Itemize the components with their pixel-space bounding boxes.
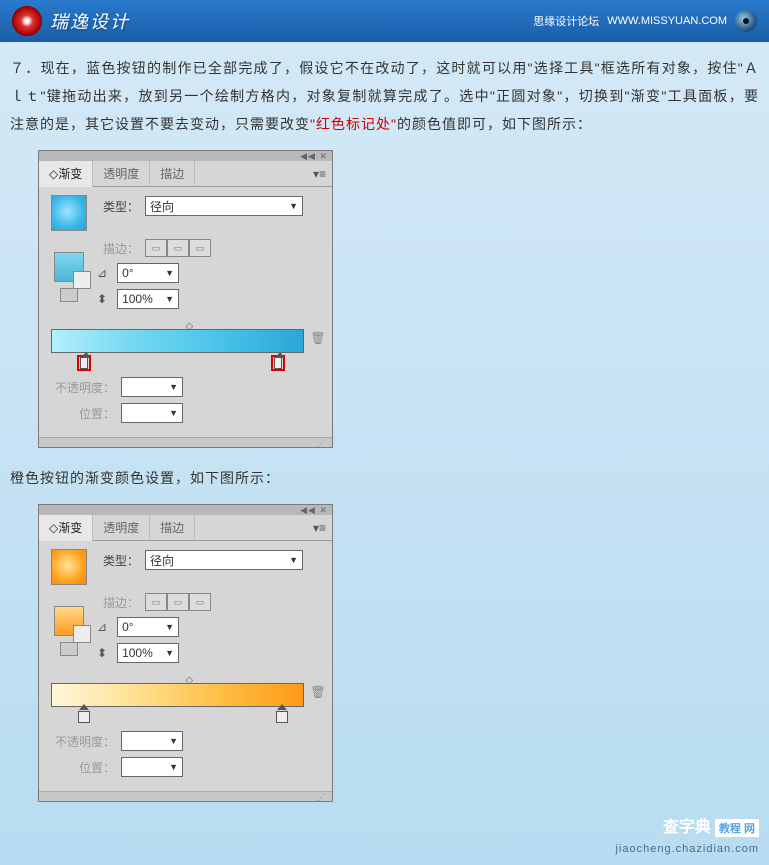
midpoint-diamond-icon[interactable]: ◇ [186, 675, 194, 686]
logo-icon [12, 6, 42, 36]
page-header: 瑞逸设计 思缘设计论坛 WWW.MISSYUAN.COM [0, 0, 769, 42]
gradient-panel-blue: ◀◀ ✕ ◇ 渐变 透明度 描边 ▾≡ 类型： 径向▼ [38, 150, 333, 448]
panel-menu-icon[interactable]: ▾≡ [313, 167, 332, 181]
tab-transparency[interactable]: 透明度 [93, 161, 150, 187]
stroke-mode-2[interactable]: ▭ [167, 593, 189, 611]
gradient-preview-swatch[interactable] [51, 549, 87, 585]
tab-stroke[interactable]: 描边 [150, 161, 195, 187]
stroke-mode-3[interactable]: ▭ [189, 239, 211, 257]
header-left: 瑞逸设计 [12, 6, 130, 36]
reverse-gradient-icon[interactable] [60, 288, 78, 302]
gradient-stop-left[interactable] [77, 355, 91, 371]
stroke-mode-buttons: ▭ ▭ ▭ [145, 239, 211, 257]
gradient-preview-swatch[interactable] [51, 195, 87, 231]
stroke-label: 描边： [97, 240, 139, 257]
type-select[interactable]: 径向▼ [145, 550, 303, 570]
angle-input[interactable]: 0°▼ [117, 263, 179, 283]
gradient-bar[interactable] [51, 329, 304, 353]
panel-resize-grip[interactable]: ⋰ [39, 791, 332, 801]
stroke-mode-1[interactable]: ▭ [145, 239, 167, 257]
watermark-url: jiaocheng.chazidian.com [616, 843, 759, 855]
gradient-ramp[interactable]: ◇ 🗑 [47, 323, 324, 377]
panel-collapse-bar[interactable]: ◀◀ ✕ [39, 151, 332, 161]
trash-icon[interactable]: 🗑 [310, 329, 326, 347]
site-title: 瑞逸设计 [50, 8, 130, 34]
tab-gradient[interactable]: ◇ 渐变 [39, 161, 93, 187]
aspect-icon [97, 646, 111, 660]
forum-url: WWW.MISSYUAN.COM [607, 15, 727, 27]
content-area: ７．现在，蓝色按钮的制作已全部完成了，假设它不在改动了，这时就可以用"选择工具"… [0, 42, 769, 802]
gradient-stop-right[interactable] [271, 355, 285, 371]
aspect-icon [97, 292, 111, 306]
tab-stroke[interactable]: 描边 [150, 515, 195, 541]
angle-icon [97, 266, 111, 280]
aspect-input[interactable]: 100%▼ [117, 643, 179, 663]
trash-icon[interactable]: 🗑 [310, 683, 326, 701]
stroke-mode-3[interactable]: ▭ [189, 593, 211, 611]
position-label: 位置： [47, 405, 115, 422]
panel-menu-icon[interactable]: ▾≡ [313, 521, 332, 535]
angle-input[interactable]: 0°▼ [117, 617, 179, 637]
reverse-gradient-icon[interactable] [60, 642, 78, 656]
stroke-label: 描边： [97, 594, 139, 611]
para1-suffix: 的颜色值即可，如下图所示： [397, 116, 592, 132]
stroke-mode-2[interactable]: ▭ [167, 239, 189, 257]
watermark-brand: 查字典 教程 网 [663, 813, 759, 837]
tab-transparency[interactable]: 透明度 [93, 515, 150, 541]
para1-red: "红色标记处" [310, 116, 397, 132]
tab-gradient[interactable]: ◇ 渐变 [39, 515, 93, 541]
opacity-label: 不透明度： [47, 733, 115, 750]
angle-icon [97, 620, 111, 634]
fill-stroke-swatch[interactable] [54, 252, 84, 282]
position-label: 位置： [47, 759, 115, 776]
position-input[interactable]: ▼ [121, 757, 183, 777]
panel-tabs: ◇ 渐变 透明度 描边 ▾≡ [39, 161, 332, 187]
paragraph-2: 橙色按钮的渐变颜色设置，如下图所示： [10, 464, 759, 492]
forum-text: 思缘设计论坛 [533, 13, 599, 29]
gradient-stop-right[interactable] [275, 709, 289, 725]
opacity-input[interactable]: ▼ [121, 731, 183, 751]
panel-resize-grip[interactable]: ⋰ [39, 437, 332, 447]
gradient-ramp[interactable]: ◇ 🗑 [47, 677, 324, 731]
type-label: 类型： [97, 552, 139, 569]
type-label: 类型： [97, 198, 139, 215]
eye-icon [735, 10, 757, 32]
midpoint-diamond-icon[interactable]: ◇ [186, 321, 194, 332]
fill-stroke-swatch[interactable] [54, 606, 84, 636]
header-right: 思缘设计论坛 WWW.MISSYUAN.COM [533, 10, 757, 32]
position-input[interactable]: ▼ [121, 403, 183, 423]
panel-collapse-bar[interactable]: ◀◀ ✕ [39, 505, 332, 515]
gradient-stop-left[interactable] [77, 709, 91, 725]
opacity-input[interactable]: ▼ [121, 377, 183, 397]
paragraph-1: ７．现在，蓝色按钮的制作已全部完成了，假设它不在改动了，这时就可以用"选择工具"… [10, 54, 759, 138]
panel-tabs: ◇ 渐变 透明度 描边 ▾≡ [39, 515, 332, 541]
opacity-label: 不透明度： [47, 379, 115, 396]
aspect-input[interactable]: 100%▼ [117, 289, 179, 309]
type-select[interactable]: 径向▼ [145, 196, 303, 216]
stroke-mode-buttons: ▭ ▭ ▭ [145, 593, 211, 611]
gradient-panel-orange: ◀◀ ✕ ◇ 渐变 透明度 描边 ▾≡ 类型： 径向▼ [38, 504, 333, 802]
stroke-mode-1[interactable]: ▭ [145, 593, 167, 611]
